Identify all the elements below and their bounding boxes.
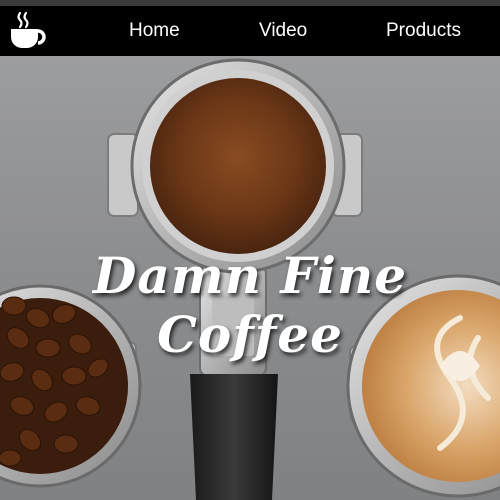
navbar: Home Video Products	[0, 6, 500, 56]
nav-link-products[interactable]: Products	[386, 20, 461, 42]
coffee-cup-icon[interactable]	[9, 10, 47, 50]
nav-link-video[interactable]: Video	[259, 20, 307, 42]
nav-link-home[interactable]: Home	[129, 20, 180, 42]
hero-banner: Damn Fine Coffee	[0, 56, 500, 500]
hero-title: Damn Fine Coffee	[92, 246, 408, 364]
